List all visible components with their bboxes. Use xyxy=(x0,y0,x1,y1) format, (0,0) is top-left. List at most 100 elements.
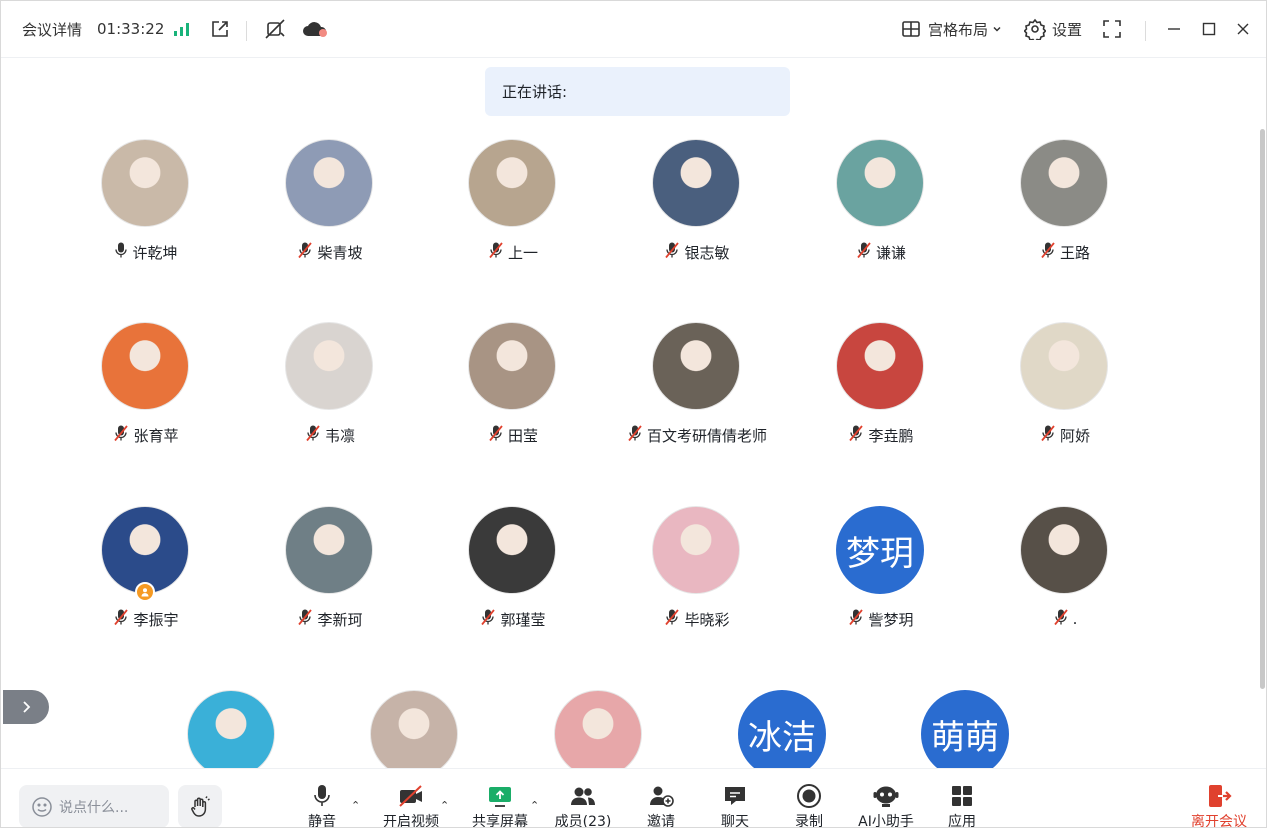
chat-input[interactable]: 说点什么... xyxy=(19,785,169,827)
participant-tile[interactable]: 萌萌 xyxy=(881,672,1051,768)
mic-muted-icon xyxy=(848,424,868,446)
participant-tile[interactable]: 韦凛 xyxy=(245,304,415,445)
video-options-caret-icon[interactable]: ⌃ xyxy=(440,799,449,812)
participant-tile[interactable]: 郭瑾莹 xyxy=(428,488,598,630)
avatar[interactable] xyxy=(285,139,373,227)
scrollbar-thumb[interactable] xyxy=(1260,129,1265,689)
avatar[interactable] xyxy=(187,690,275,768)
raise-hand-icon xyxy=(191,795,210,817)
share-options-caret-icon[interactable]: ⌃ xyxy=(530,799,539,812)
share-screen-label: 共享屏幕 xyxy=(472,814,528,828)
ai-assistant-button[interactable]: AI小助手 xyxy=(856,783,916,827)
participant-tile[interactable]: 梦玥 訾梦玥 xyxy=(796,488,966,630)
avatar[interactable] xyxy=(468,139,556,227)
avatar[interactable] xyxy=(101,506,189,594)
avatar[interactable] xyxy=(836,139,924,227)
avatar[interactable] xyxy=(1020,322,1108,410)
cloud-icon[interactable] xyxy=(302,1,328,57)
mute-button[interactable]: 静音 xyxy=(306,783,338,827)
avatar[interactable] xyxy=(468,506,556,594)
participant-tile[interactable]: 毕晓彩 xyxy=(612,488,782,629)
chevron-right-icon xyxy=(23,701,31,713)
participant-name: 王路 xyxy=(1059,243,1090,262)
participant-tile[interactable]: 上一 xyxy=(428,121,598,262)
participant-tile[interactable]: 张育苹 xyxy=(61,304,231,446)
avatar[interactable] xyxy=(101,139,189,227)
chat-button[interactable]: 聊天 xyxy=(719,783,751,827)
avatar[interactable]: 萌萌 xyxy=(921,690,1009,768)
avatar[interactable] xyxy=(370,690,458,768)
participant-tile[interactable]: . xyxy=(980,488,1150,628)
participant-tile[interactable] xyxy=(514,672,684,768)
minimize-icon[interactable] xyxy=(1166,1,1182,57)
mic-muted-icon xyxy=(113,424,133,446)
participant-name-row: 阿娇 xyxy=(980,424,1150,446)
participant-tile[interactable]: 李新珂 xyxy=(245,488,415,629)
muted-ai-icon[interactable] xyxy=(264,1,286,57)
members-icon xyxy=(571,787,595,805)
start-video-button[interactable]: 开启视频 xyxy=(382,783,440,827)
elapsed-time: 01:33:22 xyxy=(97,1,164,57)
share-screen-button[interactable]: 共享屏幕 xyxy=(471,783,529,828)
avatar[interactable] xyxy=(468,322,556,410)
mic-muted-icon xyxy=(488,424,508,446)
participant-tile[interactable]: 田莹 xyxy=(428,304,598,446)
participant-tile[interactable]: 阿娇 xyxy=(980,304,1150,446)
participant-tile[interactable]: 谦谦 xyxy=(796,121,966,262)
avatar[interactable] xyxy=(1020,506,1108,594)
record-button[interactable]: 录制 xyxy=(793,783,825,828)
participant-tile[interactable]: 王路 xyxy=(980,121,1150,262)
avatar[interactable] xyxy=(1020,139,1108,227)
participant-tile[interactable] xyxy=(147,672,317,768)
participant-name: . xyxy=(1072,610,1078,628)
ai-robot-icon xyxy=(873,786,899,807)
avatar[interactable] xyxy=(652,139,740,227)
avatar[interactable] xyxy=(554,690,642,768)
leave-meeting-button[interactable]: 离开会议 xyxy=(1189,783,1249,827)
participant-tile[interactable]: 冰洁 xyxy=(698,672,868,768)
raise-hand-button[interactable] xyxy=(178,785,222,827)
signal-icon[interactable] xyxy=(173,1,191,57)
members-label: 成员(23) xyxy=(554,814,612,828)
mic-muted-icon xyxy=(848,608,868,630)
close-icon[interactable] xyxy=(1235,1,1251,57)
participant-tile[interactable]: 李垚鹏 xyxy=(796,304,966,446)
avatar[interactable] xyxy=(101,322,189,410)
layout-dropdown[interactable]: 宫格布局 xyxy=(901,1,1002,57)
speaking-label: 正在讲话: xyxy=(502,83,568,101)
mic-muted-icon xyxy=(1040,424,1060,446)
members-button[interactable]: 成员(23) xyxy=(554,783,612,828)
avatar[interactable]: 梦玥 xyxy=(836,506,924,594)
settings-button[interactable]: 设置 xyxy=(1024,1,1082,57)
maximize-icon[interactable] xyxy=(1201,1,1217,57)
divider xyxy=(246,21,247,41)
invite-button[interactable]: 邀请 xyxy=(645,783,677,827)
avatar[interactable] xyxy=(285,322,373,410)
host-badge-icon xyxy=(135,582,155,602)
avatar[interactable] xyxy=(652,506,740,594)
mic-options-caret-icon[interactable]: ⌃ xyxy=(351,799,360,812)
participant-name: 百文考研倩倩老师 xyxy=(646,426,767,445)
invite-user-icon xyxy=(650,786,674,807)
avatar[interactable] xyxy=(285,506,373,594)
apps-button[interactable]: 应用 xyxy=(946,783,978,827)
record-label: 录制 xyxy=(795,814,823,828)
participant-name: 毕晓彩 xyxy=(684,610,730,629)
fullscreen-icon[interactable] xyxy=(1102,1,1122,57)
participant-tile[interactable]: 银志敏 xyxy=(612,121,782,262)
expand-sidebar-button[interactable] xyxy=(3,690,49,724)
mic-muted-icon xyxy=(480,608,500,630)
avatar[interactable] xyxy=(836,322,924,410)
avatar[interactable]: 冰洁 xyxy=(738,690,826,768)
record-icon xyxy=(797,784,821,808)
participant-tile[interactable]: 柴青坡 xyxy=(245,121,415,262)
participant-name-row: . xyxy=(980,608,1150,630)
participant-name: 李新珂 xyxy=(317,610,363,629)
participant-tile[interactable]: 百文考研倩倩老师 xyxy=(612,304,782,445)
meeting-info-button[interactable]: 会议详情 xyxy=(22,1,82,57)
participant-tile[interactable]: 许乾坤 xyxy=(61,121,231,262)
avatar[interactable] xyxy=(652,322,740,410)
popout-icon[interactable] xyxy=(210,1,230,57)
participant-tile[interactable] xyxy=(330,672,500,768)
participant-tile[interactable]: 李振宇 xyxy=(61,488,231,629)
